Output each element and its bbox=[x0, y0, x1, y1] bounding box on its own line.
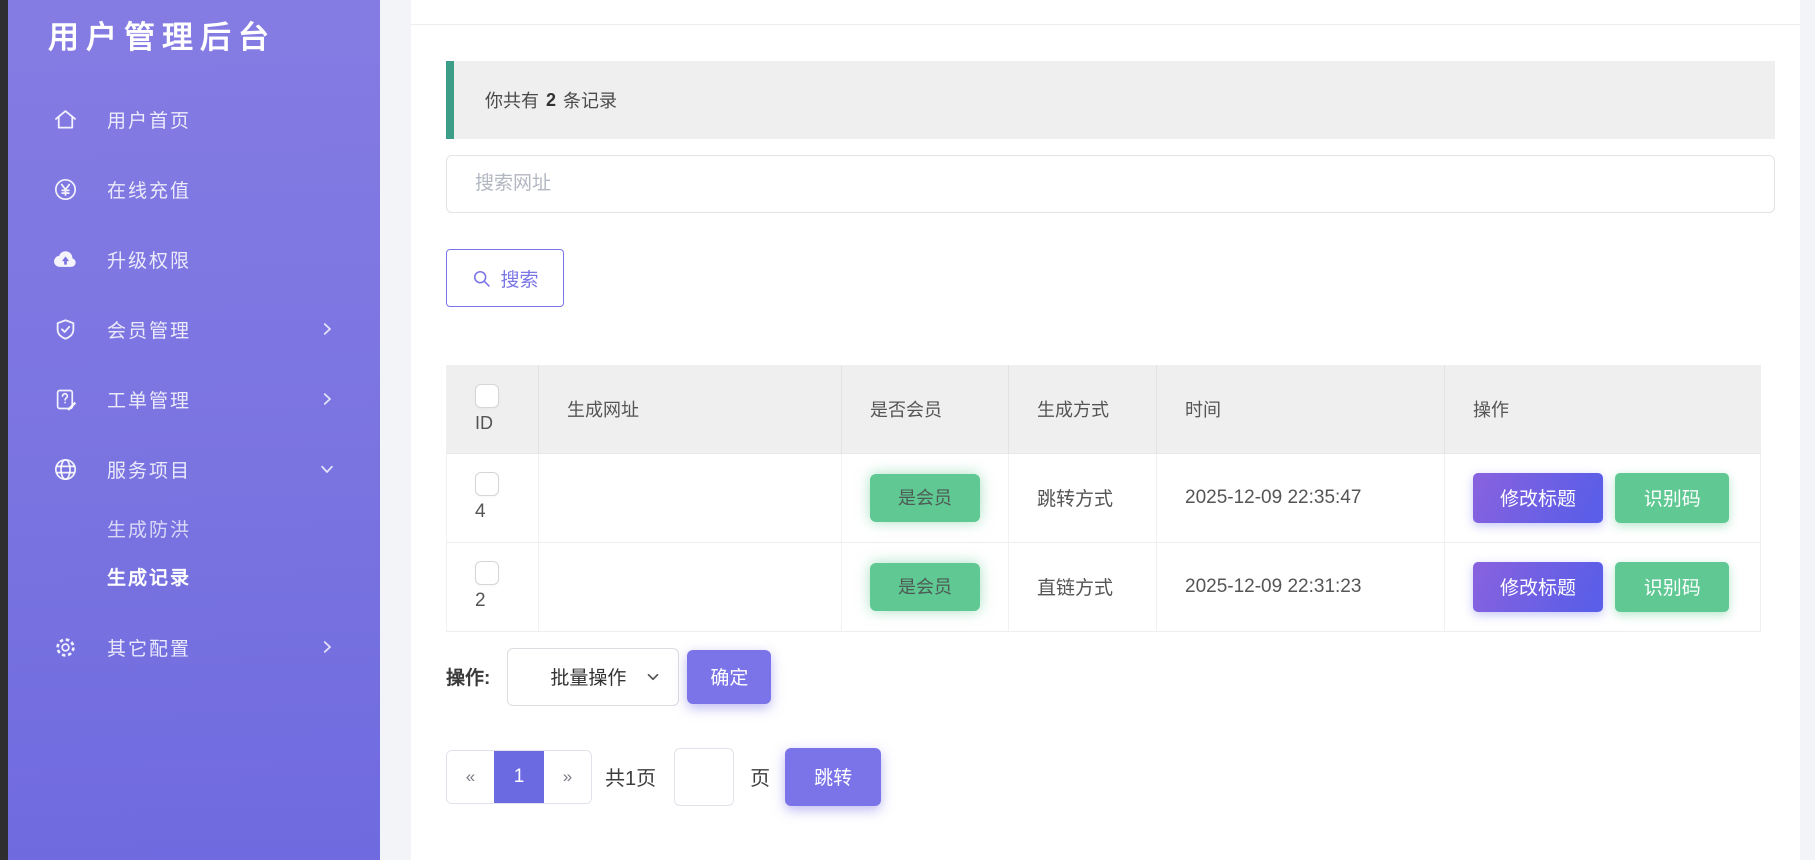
app-title: 用户管理后台 bbox=[8, 0, 380, 60]
header-cell-time: 时间 bbox=[1157, 365, 1445, 453]
chevron-down-icon bbox=[644, 668, 662, 686]
chevron-down-icon bbox=[318, 460, 336, 478]
page-jump-input[interactable] bbox=[674, 748, 734, 806]
actions-cell: 修改标题 识别码 bbox=[1445, 453, 1761, 542]
sidebar-item-label: 服务项目 bbox=[107, 456, 191, 483]
edit-title-button[interactable]: 修改标题 bbox=[1473, 562, 1603, 612]
url-cell bbox=[539, 542, 842, 631]
top-bar bbox=[411, 0, 1800, 25]
actions-cell: 修改标题 识别码 bbox=[1445, 542, 1761, 631]
pagination: « 1 » 共1页 页 跳转 bbox=[446, 748, 1775, 806]
header-cell-method: 生成方式 bbox=[1009, 365, 1157, 453]
batch-select-value: 批量操作 bbox=[550, 663, 626, 690]
records-table: ID 生成网址 是否会员 生成方式 时间 操作 4 bbox=[446, 365, 1761, 632]
chevron-right-icon bbox=[318, 390, 336, 408]
edit-title-button[interactable]: 修改标题 bbox=[1473, 473, 1603, 523]
sidebar: 用户管理后台 用户首页 在线充值 bbox=[8, 0, 380, 860]
jump-button[interactable]: 跳转 bbox=[785, 748, 881, 806]
sidebar-item-label: 工单管理 bbox=[107, 386, 191, 413]
search-icon bbox=[471, 268, 492, 289]
sidebar-item-recharge[interactable]: 在线充值 bbox=[8, 154, 380, 224]
search-button-label: 搜索 bbox=[500, 265, 538, 292]
id-cell: 2 bbox=[447, 542, 539, 631]
header-cell-url: 生成网址 bbox=[539, 365, 842, 453]
chevron-right-icon bbox=[318, 320, 336, 338]
select-all-checkbox[interactable] bbox=[475, 384, 499, 408]
total-pages-text: 共1页 bbox=[605, 762, 656, 791]
alert-text-suffix: 条记录 bbox=[563, 87, 617, 113]
prev-page-button[interactable]: « bbox=[447, 751, 494, 803]
sidebar-item-label: 升级权限 bbox=[107, 246, 191, 273]
time-cell: 2025-12-09 22:31:23 bbox=[1157, 542, 1445, 631]
current-page-button[interactable]: 1 bbox=[494, 751, 544, 803]
identify-code-button[interactable]: 识别码 bbox=[1615, 473, 1729, 523]
pager-group: « 1 » bbox=[446, 750, 592, 804]
batch-operation-select[interactable]: 批量操作 bbox=[507, 648, 679, 706]
alert-text-prefix: 你共有 bbox=[485, 87, 539, 113]
content-inner: 你共有 2 条记录 搜索 bbox=[411, 25, 1800, 806]
sidebar-subitem-generate-flood[interactable]: 生成防洪 bbox=[8, 504, 380, 552]
identify-code-button[interactable]: 识别码 bbox=[1615, 562, 1729, 612]
table-header-row: ID 生成网址 是否会员 生成方式 时间 操作 bbox=[447, 365, 1761, 453]
header-cell-id: ID bbox=[447, 365, 539, 453]
confirm-button[interactable]: 确定 bbox=[687, 650, 771, 704]
row-id: 4 bbox=[475, 501, 486, 523]
table-header: ID 生成网址 是否会员 生成方式 时间 操作 bbox=[447, 365, 1761, 453]
table-row: 4 是会员 跳转方式 2025-12-09 22:35:47 修改标题 识别码 bbox=[447, 453, 1761, 542]
sidebar-item-label: 会员管理 bbox=[107, 316, 191, 343]
sidebar-item-label: 在线充值 bbox=[107, 176, 191, 203]
search-input[interactable] bbox=[446, 155, 1775, 213]
batch-operation-row: 操作: 批量操作 确定 bbox=[446, 648, 1775, 706]
main-content: 你共有 2 条记录 搜索 bbox=[411, 0, 1800, 860]
records-count: 2 bbox=[546, 90, 556, 111]
sidebar-item-home[interactable]: 用户首页 bbox=[8, 84, 380, 154]
gear-icon bbox=[52, 634, 79, 661]
member-status-badge: 是会员 bbox=[870, 563, 980, 611]
sidebar-subitem-generate-records[interactable]: 生成记录 bbox=[8, 552, 380, 600]
home-icon bbox=[52, 106, 79, 133]
member-cell: 是会员 bbox=[842, 453, 1009, 542]
sidebar-subitem-label: 生成防洪 bbox=[107, 515, 191, 542]
time-cell: 2025-12-09 22:35:47 bbox=[1157, 453, 1445, 542]
url-cell bbox=[539, 453, 842, 542]
next-page-button[interactable]: » bbox=[544, 751, 591, 803]
method-cell: 跳转方式 bbox=[1009, 453, 1157, 542]
table-row: 2 是会员 直链方式 2025-12-09 22:31:23 修改标题 识别码 bbox=[447, 542, 1761, 631]
sidebar-item-members[interactable]: 会员管理 bbox=[8, 294, 380, 364]
shield-check-icon bbox=[52, 316, 79, 343]
id-cell: 4 bbox=[447, 453, 539, 542]
column-header-label: ID bbox=[475, 413, 493, 434]
member-status-badge: 是会员 bbox=[870, 474, 980, 522]
header-cell-actions: 操作 bbox=[1445, 365, 1761, 453]
row-id: 2 bbox=[475, 590, 486, 612]
sidebar-item-upgrade[interactable]: 升级权限 bbox=[8, 224, 380, 294]
method-cell: 直链方式 bbox=[1009, 542, 1157, 631]
sidebar-item-label: 用户首页 bbox=[107, 106, 191, 133]
row-checkbox[interactable] bbox=[475, 472, 499, 496]
globe-icon bbox=[52, 456, 79, 483]
ticket-doc-icon bbox=[52, 386, 79, 413]
sidebar-menu: 用户首页 在线充值 升级权限 bbox=[8, 84, 380, 682]
sidebar-item-services[interactable]: 服务项目 bbox=[8, 434, 380, 504]
page-unit-text: 页 bbox=[750, 762, 770, 791]
cloud-upload-icon bbox=[52, 246, 79, 273]
window-edge-strip bbox=[0, 0, 8, 860]
header-cell-member: 是否会员 bbox=[842, 365, 1009, 453]
records-count-alert: 你共有 2 条记录 bbox=[446, 61, 1775, 139]
chevron-right-icon bbox=[318, 638, 336, 656]
sidebar-subitem-label: 生成记录 bbox=[107, 563, 191, 590]
sidebar-item-label: 其它配置 bbox=[107, 634, 191, 661]
sidebar-item-settings[interactable]: 其它配置 bbox=[8, 612, 380, 682]
member-cell: 是会员 bbox=[842, 542, 1009, 631]
row-checkbox[interactable] bbox=[475, 561, 499, 585]
sidebar-item-tickets[interactable]: 工单管理 bbox=[8, 364, 380, 434]
yen-circle-icon bbox=[52, 176, 79, 203]
search-button[interactable]: 搜索 bbox=[446, 249, 564, 307]
batch-operation-label: 操作: bbox=[446, 663, 490, 690]
